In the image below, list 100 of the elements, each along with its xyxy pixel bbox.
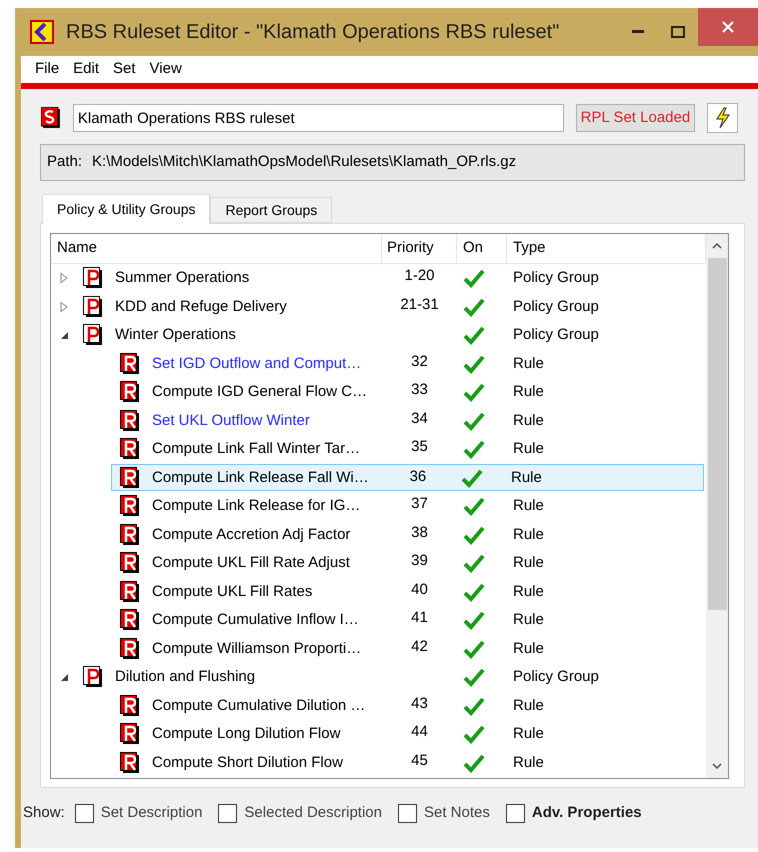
check-icon[interactable] (463, 354, 485, 374)
type-cell-text: Rule (512, 553, 545, 573)
rule-name[interactable]: Set IGD Outflow and Comput… (150, 352, 364, 375)
priority-cell-text: 44 (411, 722, 428, 742)
scrollbar[interactable] (706, 234, 728, 778)
menu-item[interactable]: View (144, 58, 188, 82)
lightning-icon[interactable] (714, 107, 732, 129)
rule-name[interactable]: Set UKL Outflow Winter (150, 410, 312, 432)
policy-group-icon (83, 296, 103, 318)
group-name[interactable]: Summer Operations (113, 267, 252, 290)
selected-row[interactable]: Compute Link Release Fall Wi… 36 Rule (111, 464, 704, 492)
rule-name[interactable]: Compute Link Release Fall Wi… (150, 466, 371, 489)
check-icon[interactable] (463, 325, 485, 346)
rule-icon (120, 609, 140, 632)
rpl-status-button[interactable]: RPL Set Loaded (576, 104, 696, 132)
ruleset-icon (41, 107, 61, 129)
rule-icon (120, 524, 140, 546)
rule-name[interactable]: Compute Short Dilution Flow (150, 752, 345, 774)
type-cell-text: Rule (512, 724, 545, 744)
check-icon[interactable] (463, 610, 485, 630)
ruleset-name-field[interactable]: Klamath Operations RBS ruleset (72, 104, 564, 132)
path-label: Path: (47, 152, 82, 172)
priority-cell-text: 42 (411, 636, 428, 656)
run-button[interactable] (707, 103, 738, 133)
check-icon[interactable] (463, 696, 485, 716)
checkbox[interactable] (74, 804, 94, 822)
scroll-up-icon[interactable] (712, 242, 722, 249)
check-icon[interactable] (463, 496, 485, 516)
check-icon[interactable] (463, 724, 485, 744)
scroll-down-icon[interactable] (712, 763, 722, 770)
rule-name[interactable]: Compute Accretion Adj Factor (150, 524, 352, 546)
menu-item[interactable]: Set (107, 58, 142, 82)
menu-item[interactable]: Edit (67, 58, 106, 82)
check-icon[interactable] (463, 752, 485, 773)
column-header[interactable]: Name (51, 234, 382, 263)
rule-icon (120, 495, 140, 518)
checkbox-label[interactable]: Adv. Properties (532, 802, 642, 824)
checkbox-label[interactable]: Set Notes (424, 802, 490, 824)
group-name[interactable]: Winter Operations (113, 324, 238, 346)
check-icon[interactable] (463, 667, 485, 688)
check-icon[interactable] (463, 439, 485, 460)
check-icon[interactable] (463, 638, 485, 659)
tab[interactable]: Policy & Utility Groups (42, 194, 210, 224)
priority-cell-text: 35 (411, 437, 428, 457)
path-value: K:\Models\Mitch\KlamathOpsModel\Rulesets\Klamath_OP.rls.gz (92, 152, 516, 172)
check-icon[interactable] (463, 524, 485, 545)
rule-name[interactable]: Compute UKL Fill Rate Adjust (150, 552, 352, 574)
type-cell-text: Rule (512, 638, 545, 658)
priority-cell-text: 45 (411, 750, 428, 770)
column-header[interactable]: On (457, 234, 507, 263)
close-button[interactable] (698, 8, 758, 46)
check-icon[interactable] (463, 553, 485, 574)
check-icon[interactable] (463, 268, 485, 288)
type-cell-text: Policy Group (512, 325, 600, 345)
rule-name[interactable]: Compute IGD General Flow C… (150, 381, 370, 404)
check-icon[interactable] (463, 582, 485, 602)
rule-icon (120, 752, 140, 774)
group-name[interactable]: KDD and Refuge Delivery (113, 296, 289, 318)
check-icon[interactable] (463, 410, 485, 431)
column-header[interactable]: Priority (382, 234, 457, 263)
type-cell-text: Rule (512, 410, 545, 430)
checkbox[interactable] (398, 804, 417, 822)
check-icon[interactable] (461, 468, 484, 488)
rule-icon (120, 381, 140, 404)
rule-name[interactable]: Compute Long Dilution Flow (150, 723, 342, 746)
rule-name[interactable]: Compute Williamson Proporti… (150, 638, 364, 660)
priority-cell-text: 43 (411, 694, 428, 714)
minimize-icon[interactable] (632, 30, 644, 34)
checkbox-label[interactable]: Selected Description (244, 802, 382, 824)
type-cell-text: Rule (512, 354, 545, 374)
window-title: RBS Ruleset Editor - "Klamath Operations RBS ruleset" (66, 20, 560, 45)
group-name[interactable]: Dilution and Flushing (113, 666, 258, 688)
priority-cell-text: 39 (411, 551, 428, 571)
collapsed-arrow-icon[interactable] (59, 272, 69, 284)
policy-group-icon (83, 267, 103, 290)
menu-item[interactable]: File (29, 58, 66, 82)
rule-name[interactable]: Compute Link Fall Winter Tar… (150, 438, 362, 460)
close-icon[interactable] (722, 21, 734, 33)
rule-name[interactable]: Compute Link Release for IG… (150, 495, 362, 518)
maximize-icon[interactable] (671, 26, 685, 38)
priority-cell-text: 41 (411, 608, 428, 628)
scrollbar-thumb[interactable] (708, 258, 726, 610)
priority-cell-text: 34 (411, 408, 428, 428)
type-cell-text: Rule (512, 382, 545, 402)
rule-icon (120, 638, 140, 660)
priority-cell-text: 33 (411, 380, 428, 400)
rule-icon (120, 580, 140, 603)
priority-cell-text: 36 (410, 467, 426, 488)
rule-name[interactable]: Compute Cumulative Dilution … (150, 694, 368, 717)
check-icon[interactable] (463, 382, 485, 402)
rule-name[interactable]: Compute UKL Fill Rates (150, 580, 314, 603)
checkbox-label[interactable]: Set Description (100, 802, 202, 824)
checkbox[interactable] (506, 804, 525, 822)
check-icon[interactable] (463, 296, 485, 317)
app-icon (30, 20, 54, 44)
priority-cell-text: 38 (411, 522, 428, 542)
checkbox[interactable] (218, 804, 238, 822)
tab[interactable]: Report Groups (210, 197, 332, 223)
rule-name[interactable]: Compute Cumulative Inflow I… (150, 609, 361, 632)
collapsed-arrow-icon[interactable] (59, 300, 69, 313)
